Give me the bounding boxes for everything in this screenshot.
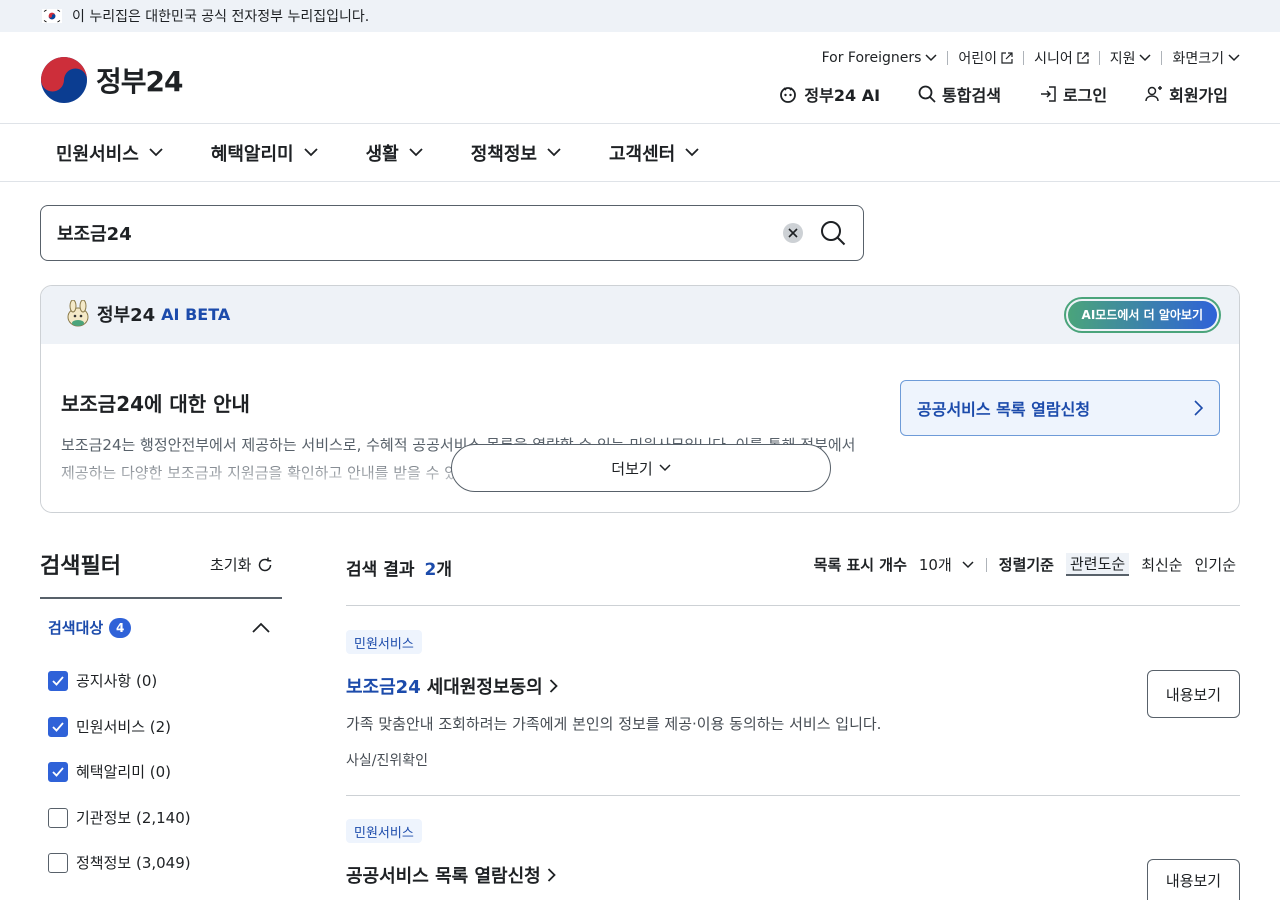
gov-banner-text: 이 누리집은 대한민국 공식 전자정부 누리집입니다. (72, 9, 370, 25)
filter-count-badge: 4 (109, 617, 132, 638)
chevron-right-icon (547, 868, 556, 882)
login-link[interactable]: 로그인 (1039, 82, 1107, 106)
search-button[interactable] (819, 219, 847, 247)
search-input[interactable] (57, 222, 783, 244)
external-link-icon (1077, 52, 1089, 64)
chevron-down-icon (1228, 54, 1240, 62)
sort-label: 정렬기준 (998, 556, 1054, 574)
result-category: 사실/진위확인 (346, 753, 428, 769)
checkbox[interactable] (48, 716, 68, 737)
filter-section-target[interactable]: 검색대상 4 (48, 617, 270, 638)
close-icon (788, 228, 798, 238)
ai-answer-title: 보조금24에 대한 안내 (61, 392, 250, 416)
results-divider (346, 795, 1240, 796)
chevron-right-icon (1194, 400, 1203, 416)
results-title: 검색 결과 2개 (346, 560, 452, 580)
senior-link[interactable]: 시니어 (1034, 48, 1089, 68)
checkbox[interactable] (48, 807, 68, 828)
integrated-search-link[interactable]: 통합검색 (918, 82, 1001, 106)
view-detail-button[interactable]: 내용보기 (1147, 670, 1240, 718)
checkbox[interactable] (48, 761, 68, 782)
korea-flag-icon (42, 9, 62, 23)
chevron-right-icon (549, 679, 558, 693)
chevron-down-icon (149, 148, 163, 157)
filter-section-label: 검색대상 (48, 619, 104, 637)
nav-item-life[interactable]: 생활 (366, 140, 423, 166)
search-icon (821, 221, 846, 246)
sort-popular[interactable]: 인기순 (1195, 554, 1236, 575)
chevron-up-icon (252, 622, 270, 633)
expand-more-button[interactable]: 더보기 (451, 444, 831, 492)
filter-option-notice[interactable]: 공지사항 (0) (48, 670, 157, 691)
ai-brand: 정부24 AI BETA (65, 300, 230, 328)
chevron-down-icon (409, 148, 423, 157)
support-menu[interactable]: 지원 (1110, 48, 1152, 68)
check-icon (52, 766, 64, 777)
reset-filter-button[interactable]: 초기화 (210, 554, 273, 575)
nav-item-benefits[interactable]: 혜택알리미 (211, 140, 318, 166)
chevron-down-icon (685, 148, 699, 157)
chevron-down-icon (659, 464, 671, 472)
result-tag: 민원서비스 (346, 819, 422, 843)
filter-option-agency[interactable]: 기관정보 (2,140) (48, 807, 191, 828)
utility-links: For Foreigners 어린이 시니어 지원 화면크기 (822, 48, 1240, 68)
signup-link[interactable]: 회원가입 (1145, 82, 1228, 106)
main-links: 정부24 AI 통합검색 로그인 회원가입 (778, 82, 1228, 106)
search-box (40, 205, 864, 261)
results-controls: 목록 표시 개수 10개 정렬기준 관련도순 최신순 인기순 (814, 553, 1236, 576)
site-logo[interactable]: 정부24 (40, 56, 183, 104)
filter-divider (40, 597, 282, 599)
chevron-down-icon (925, 54, 937, 62)
chevron-down-icon (547, 148, 561, 157)
ai-answer-panel: 정부24 AI BETA AI모드에서 더 알아보기 보조금24에 대한 안내 … (40, 285, 1240, 513)
per-page-label: 목록 표시 개수 (813, 556, 907, 574)
gov-banner: 이 누리집은 대한민국 공식 전자정부 누리집입니다. (0, 0, 1280, 32)
nav-item-civil-service[interactable]: 민원서비스 (56, 140, 163, 166)
ai-mascot-icon (67, 300, 89, 327)
filter-option-benefits[interactable]: 혜택알리미 (0) (48, 761, 171, 782)
main-nav: 민원서비스 혜택알리미 생활 정책정보 고객센터 (0, 124, 1280, 182)
filter-option-civil-service[interactable]: 민원서비스 (2) (48, 716, 171, 737)
chevron-down-icon (303, 148, 318, 157)
sort-relevance[interactable]: 관련도순 (1065, 553, 1130, 576)
results-count: 2 (424, 560, 437, 580)
checkbox[interactable] (48, 670, 68, 691)
ai-mode-more-button[interactable]: AI모드에서 더 알아보기 (1063, 297, 1221, 333)
per-page-select[interactable]: 10개 (919, 554, 974, 575)
clear-search-button[interactable] (783, 223, 803, 243)
filter-title: 검색필터 (40, 554, 121, 579)
result-desc: 가족 맞춤안내 조회하려는 가족에게 본인의 정보를 제공·이용 동의하는 서비… (346, 715, 882, 733)
checkbox[interactable] (48, 852, 68, 873)
gov24-ai-link[interactable]: 정부24 AI (778, 82, 880, 106)
chevron-down-icon (962, 560, 974, 568)
result-tag: 민원서비스 (346, 630, 422, 654)
site-header: 정부24 For Foreigners 어린이 시니어 지원 화면크기 정부24… (0, 32, 1280, 124)
gov24-emblem-icon (41, 57, 87, 103)
ai-panel-header: 정부24 AI BETA AI모드에서 더 알아보기 (41, 286, 1239, 344)
logo-text: 정부24 (96, 65, 183, 98)
ai-mascot-icon (780, 87, 797, 103)
nav-item-customer-center[interactable]: 고객센터 (609, 140, 699, 166)
check-icon (52, 721, 64, 732)
filter-option-policy[interactable]: 정책정보 (3,049) (48, 852, 191, 873)
refresh-icon (259, 557, 272, 571)
for-foreigners-link[interactable]: For Foreigners (822, 50, 938, 66)
screen-size-menu[interactable]: 화면크기 (1172, 48, 1240, 68)
result-title-link[interactable]: 공공서비스 목록 열람신청 (346, 862, 556, 888)
nav-item-policy[interactable]: 정책정보 (471, 140, 561, 166)
add-user-icon (1145, 86, 1163, 102)
external-link-icon (1001, 52, 1013, 64)
result-title-link[interactable]: 보조금24 세대원정보동의 (346, 673, 558, 699)
check-icon (52, 675, 64, 686)
view-detail-button[interactable]: 내용보기 (1147, 859, 1240, 900)
kids-link[interactable]: 어린이 (958, 48, 1013, 68)
results-divider (346, 605, 1240, 606)
search-icon (918, 85, 936, 103)
related-service-button[interactable]: 공공서비스 목록 열람신청 (900, 380, 1220, 436)
chevron-down-icon (1139, 54, 1151, 62)
login-icon (1040, 86, 1056, 102)
sort-latest[interactable]: 최신순 (1141, 554, 1182, 575)
